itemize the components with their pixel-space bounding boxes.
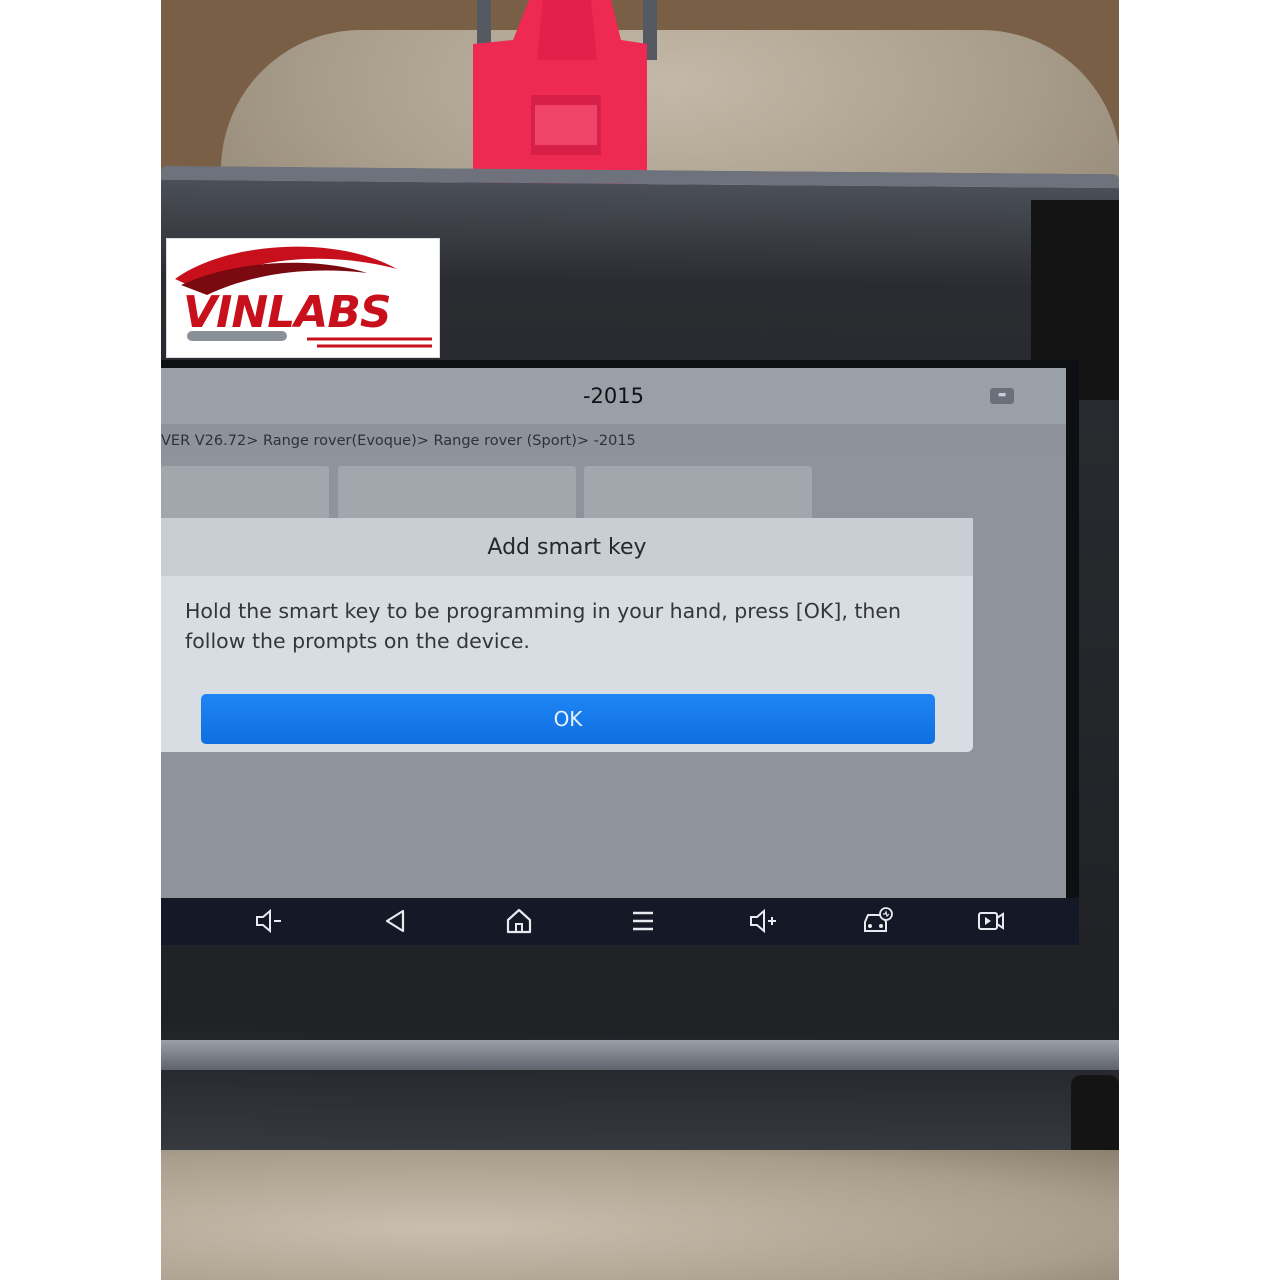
device-screen: -2015 ▬ VER V26.72> Range rover(Evoque)>… [161, 360, 1079, 945]
ok-button[interactable]: OK [201, 694, 935, 744]
menu-tile[interactable] [584, 466, 812, 526]
menu-tiles [161, 466, 1066, 526]
dialog-message-line-1: Hold the smart key to be programming in … [185, 599, 901, 623]
page-title: -2015 [582, 384, 645, 408]
car-seat-cushion [161, 1150, 1119, 1280]
add-smart-key-dialog: Add smart key Hold the smart key to be p… [161, 518, 973, 752]
logo-wordmark: VINLABS [183, 287, 392, 338]
dialog-title: Add smart key [161, 518, 973, 576]
home-icon[interactable] [499, 904, 539, 938]
menu-tile[interactable] [338, 466, 576, 526]
app-window: -2015 ▬ VER V26.72> Range rover(Evoque)>… [161, 368, 1066, 898]
page-title-bar: -2015 ▬ [161, 368, 1066, 424]
dialog-message-line-2: follow the prompts on the device. [185, 629, 530, 653]
obd-connector-red [473, 0, 657, 195]
photo-background: -2015 ▬ VER V26.72> Range rover(Evoque)>… [161, 0, 1119, 1280]
back-icon[interactable] [375, 904, 415, 938]
android-navigation-bar [161, 898, 1079, 945]
menu-icon[interactable] [623, 904, 663, 938]
screen-record-icon[interactable] [971, 904, 1011, 938]
vehicle-diagnostics-icon[interactable] [857, 904, 897, 938]
menu-tile[interactable] [161, 466, 329, 526]
vinlabs-logo: VINLABS [166, 238, 440, 358]
tablet-edge [161, 1040, 1119, 1070]
message-icon[interactable]: ▬ [990, 388, 1014, 404]
dialog-message: Hold the smart key to be programming in … [185, 596, 945, 656]
volume-up-icon[interactable] [743, 904, 783, 938]
volume-down-icon[interactable] [249, 904, 289, 938]
breadcrumb[interactable]: VER V26.72> Range rover(Evoque)> Range r… [161, 426, 1066, 456]
